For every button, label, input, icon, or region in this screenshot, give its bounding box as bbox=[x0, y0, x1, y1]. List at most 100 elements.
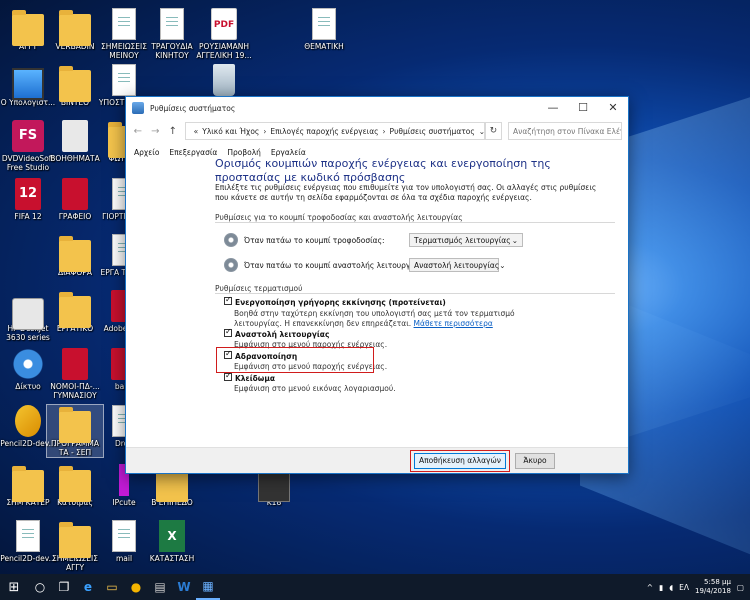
document-icon bbox=[62, 120, 88, 152]
address-overflow[interactable]: « bbox=[194, 127, 199, 136]
learn-more-link[interactable]: Μάθετε περισσότερα bbox=[414, 319, 493, 328]
folder-icon bbox=[12, 466, 44, 502]
system-settings-window: Ρυθμίσεις συστήματος — ☐ ✕ ← → ↑ « Υλικό… bbox=[125, 96, 629, 474]
window-footer: Αποθήκευση αλλαγών Άκυρο bbox=[126, 447, 628, 473]
lock-option-label: Κλείδωμα bbox=[235, 374, 275, 383]
power-button-label: Όταν πατάω το κουμπί τροφοδοσίας: bbox=[244, 235, 385, 245]
desktop-icon-diafora[interactable]: ΔΙΑΦΟΡΑ bbox=[47, 234, 103, 277]
clock[interactable]: 5:58 μμ 19/4/2018 bbox=[695, 578, 731, 596]
breadcrumb-power-options[interactable]: Επιλογές παροχής ενέργειας bbox=[270, 127, 378, 136]
network-tray-icon[interactable]: ▮ bbox=[659, 583, 663, 592]
power-icon bbox=[224, 233, 238, 247]
checkbox-checked-icon[interactable] bbox=[224, 371, 232, 381]
excel-icon: X bbox=[159, 520, 185, 552]
navigation-bar: ← → ↑ « Υλικό και Ήχος › Επιλογές παροχή… bbox=[126, 119, 628, 143]
cancel-button[interactable]: Άκυρο bbox=[515, 453, 555, 469]
desktop-icon-simeioseis-aggy[interactable]: ΣΗΜΕΙΩΣΕΙΣ ΑΓΓΥ bbox=[47, 520, 103, 572]
desktop-icon-label: ΡΟΥΣΙΑΜΑΝΗ ΑΓΓΕΛΙΚΗ 19... bbox=[196, 42, 252, 60]
chevron-down-icon: ⌄ bbox=[499, 260, 506, 270]
desktop-icon-recycle-bin[interactable] bbox=[196, 64, 252, 98]
recycle-bin-icon bbox=[213, 64, 235, 96]
folder-icon bbox=[156, 466, 188, 502]
lock-checkbox[interactable]: Κλείδωμα bbox=[224, 371, 275, 383]
control-panel-icon bbox=[132, 102, 144, 114]
checkbox-checked-icon[interactable] bbox=[224, 295, 232, 305]
desktop-icon-ergatiko[interactable]: ΕΡΓΑΤΙΚΟ bbox=[47, 290, 103, 333]
menu-file[interactable]: Αρχείο bbox=[134, 148, 159, 157]
breadcrumb-system-settings[interactable]: Ρυθμίσεις συστήματος bbox=[390, 127, 475, 136]
folder-icon bbox=[59, 522, 91, 558]
search-placeholder: Αναζήτηση στον Πίνακα Ελέγ... bbox=[513, 127, 622, 136]
desktop-icon-video[interactable]: ΒΙΝΤΕΟ bbox=[47, 64, 103, 107]
fast-startup-checkbox[interactable]: Ενεργοποίηση γρήγορης εκκίνησης (προτείν… bbox=[224, 295, 446, 307]
edge-icon[interactable]: e bbox=[76, 574, 100, 600]
chrome-icon[interactable]: ● bbox=[124, 574, 148, 600]
power-buttons-section-title: Ρυθμίσεις για το κουμπί τροφοδοσίας και … bbox=[215, 213, 463, 222]
address-bar[interactable]: « Υλικό και Ήχος › Επιλογές παροχής ενέρ… bbox=[184, 122, 485, 140]
menu-view[interactable]: Προβολή bbox=[227, 148, 261, 157]
clock-date: 19/4/2018 bbox=[695, 587, 731, 595]
document-icon bbox=[112, 8, 136, 40]
store-icon[interactable]: ▤ bbox=[148, 574, 172, 600]
folder-icon bbox=[59, 466, 91, 502]
language-indicator[interactable]: EΛ bbox=[679, 583, 689, 592]
breadcrumb-separator[interactable]: › bbox=[383, 127, 386, 136]
document-icon bbox=[112, 64, 136, 96]
desktop-icon-grafeio[interactable]: ΓΡΑΦΕΙΟ bbox=[47, 178, 103, 221]
divider bbox=[215, 222, 615, 223]
volume-icon[interactable]: ◖ bbox=[669, 583, 673, 592]
page-description: Επιλέξτε τις ρυθμίσεις ενέργειας που επι… bbox=[215, 183, 597, 202]
task-view-button[interactable]: ❐ bbox=[52, 574, 76, 600]
search-input[interactable]: Αναζήτηση στον Πίνακα Ελέγ... ⌕ bbox=[508, 122, 622, 140]
save-highlight-box bbox=[410, 450, 510, 472]
forward-arrow-icon[interactable]: → bbox=[150, 126, 162, 137]
desktop-icon-nomoi[interactable]: ΝΟΜΟΙ-ΠΔ-... ΓΥΜΝΑΣΙΟΥ bbox=[47, 348, 103, 400]
folder-icon bbox=[59, 236, 91, 272]
sleep-button-row: Όταν πατάω το κουμπί αναστολής λειτουργί… bbox=[224, 258, 425, 272]
desktop-icon-rousiamani[interactable]: PDF ΡΟΥΣΙΑΜΑΝΗ ΑΓΓΕΛΙΚΗ 19... bbox=[196, 8, 252, 60]
sleep-button-action-select[interactable]: Αναστολή λειτουργίας ⌄ bbox=[409, 258, 506, 272]
up-arrow-icon[interactable]: ↑ bbox=[167, 126, 179, 137]
window-title: Ρυθμίσεις συστήματος bbox=[150, 103, 236, 113]
menu-edit[interactable]: Επεξεργασία bbox=[169, 148, 217, 157]
fifa-icon: 12 bbox=[15, 178, 41, 210]
notifications-icon[interactable]: ▢ bbox=[737, 583, 744, 592]
breadcrumb-hardware-sound[interactable]: Υλικό και Ήχος bbox=[202, 127, 259, 136]
desktop-icon-voithimata[interactable]: ΒΟΗΘΗΜΑΤΑ bbox=[47, 120, 103, 163]
video-icon bbox=[258, 470, 290, 502]
search-button[interactable]: ○ bbox=[28, 574, 52, 600]
sleep-button-value: Αναστολή λειτουργίας bbox=[414, 260, 500, 270]
desktop-icon-label: ΤΡΑΓΟΥΔΙΑ ΚΙΝΗΤΟΥ bbox=[151, 42, 193, 60]
desktop-icon-label: ΘΕΜΑΤΙΚΗ bbox=[304, 42, 344, 51]
breadcrumb-separator[interactable]: › bbox=[263, 127, 266, 136]
word-icon[interactable]: W bbox=[172, 574, 196, 600]
folder-icon bbox=[59, 10, 91, 46]
desktop-icon-katsiras[interactable]: Κατσίρας bbox=[47, 464, 103, 507]
close-button[interactable]: ✕ bbox=[598, 97, 628, 119]
power-button-row: Όταν πατάω το κουμπί τροφοδοσίας: bbox=[224, 233, 385, 247]
desktop-icon-tragoudia[interactable]: ΤΡΑΓΟΥΔΙΑ ΚΙΝΗΤΟΥ bbox=[144, 8, 200, 60]
start-button[interactable]: ⊞ bbox=[0, 574, 28, 600]
chevron-down-icon: ⌄ bbox=[511, 235, 518, 245]
back-arrow-icon[interactable]: ← bbox=[132, 126, 144, 137]
file-explorer-icon[interactable]: ▭ bbox=[100, 574, 124, 600]
document-icon bbox=[112, 520, 136, 552]
document-icon bbox=[16, 520, 40, 552]
minimize-button[interactable]: — bbox=[538, 97, 568, 119]
sleep-checkbox[interactable]: Αναστολή λειτουργίας bbox=[224, 327, 329, 339]
window-titlebar[interactable]: Ρυθμίσεις συστήματος — ☐ ✕ bbox=[126, 97, 628, 119]
maximize-button[interactable]: ☐ bbox=[568, 97, 598, 119]
control-panel-taskbar-icon[interactable]: ▦ bbox=[196, 574, 220, 600]
tray-chevron-icon[interactable]: ^ bbox=[647, 583, 653, 592]
desktop-icon-katastasi[interactable]: X ΚΑΤΑΣΤΑΣΗ bbox=[144, 520, 200, 563]
desktop-icon-programmata[interactable]: ΠΡΟΓΡΑΜΜΑ ΤΑ - ΣΕΠ bbox=[46, 404, 104, 458]
network-icon bbox=[12, 348, 44, 380]
folder-icon bbox=[12, 10, 44, 46]
desktop-icon-verbadin[interactable]: VERBADIN bbox=[47, 8, 103, 51]
power-button-action-select[interactable]: Τερματισμός λειτουργίας ⌄ bbox=[409, 233, 523, 247]
page-title: Ορισμός κουμπιών παροχής ενέργειας και ε… bbox=[215, 157, 551, 184]
menu-tools[interactable]: Εργαλεία bbox=[271, 148, 306, 157]
checkbox-checked-icon[interactable] bbox=[224, 327, 232, 337]
desktop-icon-thematiki[interactable]: ΘΕΜΑΤΙΚΗ bbox=[296, 8, 352, 51]
refresh-icon[interactable]: ↻ bbox=[484, 122, 503, 140]
